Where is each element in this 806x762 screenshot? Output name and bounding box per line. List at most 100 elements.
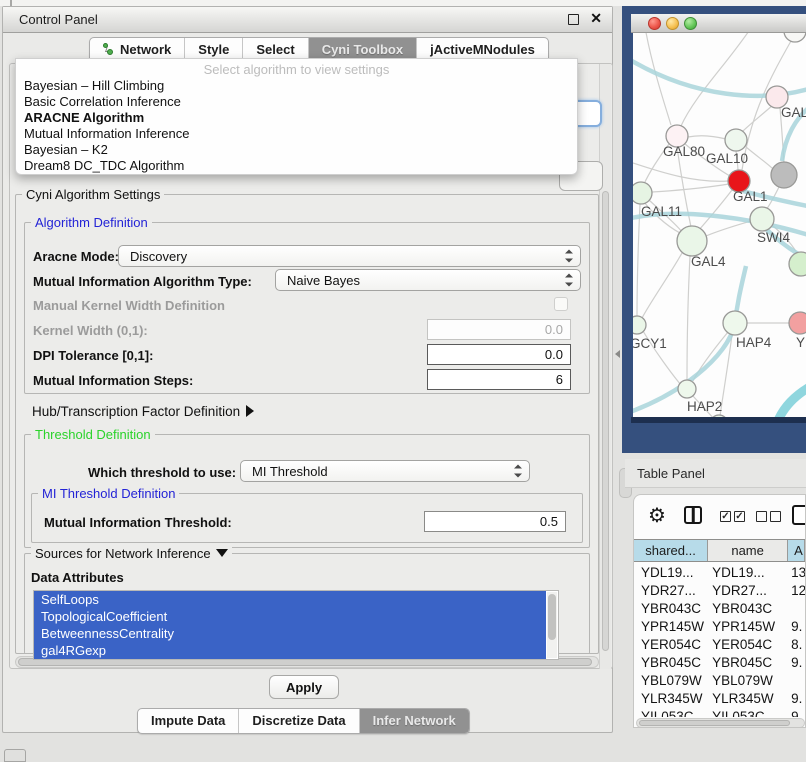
bottom-tabbar: Impute Data Discretize Data Infer Networ… xyxy=(137,708,470,734)
dropdown-item[interactable]: Bayesian – Hill Climbing xyxy=(16,78,577,94)
control-panel-title: Control Panel xyxy=(19,12,98,27)
checked-checkbox-icon[interactable]: ✓ xyxy=(720,511,731,522)
list-scrollbar[interactable] xyxy=(547,592,557,658)
table-panel-card: ⚙ ✓ ✓ shared... name A YDL19...YDL19...1… xyxy=(633,494,806,728)
table-row[interactable]: YBR045CYBR045C9. xyxy=(634,654,805,672)
column-layout-icon[interactable] xyxy=(684,506,702,524)
list-scrollbar-thumb[interactable] xyxy=(548,594,556,640)
cyni-algorithm-settings-group: Cyni Algorithm Settings Algorithm Defini… xyxy=(15,194,599,654)
network-node[interactable] xyxy=(784,33,806,42)
zoom-traffic-light-icon[interactable] xyxy=(684,17,697,30)
network-window-bottom-shadow xyxy=(631,417,806,423)
minimized-panel-icon[interactable] xyxy=(4,749,26,762)
node-label: GAL10 xyxy=(706,151,748,166)
node-label: GAL1 xyxy=(733,189,768,204)
network-node[interactable] xyxy=(725,129,747,151)
table-row[interactable]: YDL19...YDL19...13 xyxy=(634,564,805,582)
which-threshold-label: Which threshold to use: xyxy=(88,465,236,480)
table-row[interactable]: YER054CYER054C8. xyxy=(634,636,805,654)
tab-infer-network[interactable]: Infer Network xyxy=(359,709,469,733)
dropdown-item[interactable]: Mutual Information Inference xyxy=(16,126,577,142)
dpi-tolerance-field[interactable]: 0.0 xyxy=(427,344,571,365)
settings-vertical-scrollbar[interactable] xyxy=(599,64,611,669)
aracne-mode-combobox[interactable]: Discovery xyxy=(118,245,581,267)
algorithm-dropdown-popup: Select algorithm to view settings Bayesi… xyxy=(15,58,578,175)
table-row[interactable]: YLR345WYLR345W9. xyxy=(634,690,805,708)
network-edge-thick xyxy=(776,385,806,417)
network-node[interactable] xyxy=(789,252,806,276)
table-row[interactable]: YIL053CYIL053C9 xyxy=(634,708,805,717)
algorithm-definition-title: Algorithm Definition xyxy=(31,215,152,230)
table-row[interactable]: YDR27...YDR27...12 xyxy=(634,582,805,600)
close-icon[interactable]: ✕ xyxy=(590,10,602,27)
network-node[interactable] xyxy=(723,311,747,335)
tab-impute-data[interactable]: Impute Data xyxy=(138,709,238,733)
close-traffic-light-icon[interactable] xyxy=(648,17,661,30)
list-item[interactable]: gal4RGexp xyxy=(34,642,546,659)
sources-group: Sources for Network Inference Data Attri… xyxy=(24,553,590,654)
splitter-collapse-icon[interactable] xyxy=(615,350,620,358)
dpi-tolerance-label: DPI Tolerance [0,1]: xyxy=(33,348,153,363)
unchecked-checkbox-icon[interactable] xyxy=(756,511,767,522)
dropdown-item[interactable]: Bayesian – K2 xyxy=(16,142,577,158)
which-threshold-combobox[interactable]: MI Threshold xyxy=(240,460,530,482)
table-row[interactable]: YBR043CYBR043C xyxy=(634,600,805,618)
float-window-icon[interactable] xyxy=(568,14,579,25)
kernel-width-field[interactable]: 0.0 xyxy=(427,319,571,340)
network-node[interactable] xyxy=(771,162,797,188)
network-node[interactable] xyxy=(750,207,774,231)
checked-checkbox-icon[interactable]: ✓ xyxy=(734,511,745,522)
node-label: GCY1 xyxy=(633,336,667,351)
mi-algorithm-type-label: Mutual Information Algorithm Type: xyxy=(33,274,252,289)
network-node[interactable] xyxy=(633,316,646,334)
mi-algorithm-type-combobox[interactable]: Naive Bayes xyxy=(275,269,581,291)
table-row[interactable]: YBL079WYBL079W xyxy=(634,672,805,690)
column-header-name[interactable]: name xyxy=(708,540,788,561)
cyni-algorithm-settings-title: Cyni Algorithm Settings xyxy=(22,187,164,202)
dropdown-item[interactable]: Basic Correlation Inference xyxy=(16,94,577,110)
list-item[interactable]: SelfLoops xyxy=(34,591,546,608)
dropdown-item-selected[interactable]: ARACNE Algorithm xyxy=(16,110,577,126)
table-horizontal-scrollbar[interactable] xyxy=(636,718,805,728)
list-item[interactable]: BetweennessCentrality xyxy=(34,625,546,642)
file-icon[interactable] xyxy=(792,505,806,525)
dropdown-item[interactable]: Dream8 DC_TDC Algorithm xyxy=(16,158,577,174)
aracne-mode-label: Aracne Mode: xyxy=(33,249,119,264)
mi-steps-field[interactable]: 6 xyxy=(427,369,571,390)
hub-section-toggle[interactable]: Hub/Transcription Factor Definition xyxy=(32,404,254,419)
data-attributes-list[interactable]: SelfLoops TopologicalCoefficient Between… xyxy=(33,590,559,660)
mi-threshold-field[interactable]: 0.5 xyxy=(424,511,566,532)
algorithm-definition-group: Algorithm Definition Aracne Mode: Discov… xyxy=(24,222,590,394)
vertical-scrollbar-thumb[interactable] xyxy=(602,191,609,651)
list-item[interactable]: TopologicalCoefficient xyxy=(34,608,546,625)
apply-button[interactable]: Apply xyxy=(269,675,339,699)
table-panel-header: Table Panel xyxy=(625,459,806,488)
network-node[interactable] xyxy=(633,182,652,204)
network-tab-icon xyxy=(103,43,115,56)
node-label: GAL11 xyxy=(641,204,682,219)
network-node[interactable] xyxy=(789,312,806,334)
threshold-definition-title: Threshold Definition xyxy=(31,427,155,442)
network-node[interactable] xyxy=(678,380,696,398)
tab-discretize-data[interactable]: Discretize Data xyxy=(238,709,358,733)
expanded-arrow-icon xyxy=(216,549,228,557)
column-header-shared-name[interactable]: shared... xyxy=(634,540,708,561)
mi-threshold-label: Mutual Information Threshold: xyxy=(44,515,232,530)
network-node[interactable] xyxy=(677,226,707,256)
table-row[interactable]: YPR145WYPR145W9. xyxy=(634,618,805,636)
table-header-row: shared... name A xyxy=(634,539,805,562)
node-label: GAL4 xyxy=(691,254,726,269)
node-label: Y xyxy=(796,335,805,350)
dropdown-placeholder: Select algorithm to view settings xyxy=(16,59,577,78)
minimize-traffic-light-icon[interactable] xyxy=(666,17,679,30)
manual-kernel-width-checkbox[interactable] xyxy=(554,297,568,311)
unchecked-checkbox-icon[interactable] xyxy=(770,511,781,522)
column-header-clipped[interactable]: A xyxy=(788,540,805,561)
mi-threshold-definition-group: MI Threshold Definition Mutual Informati… xyxy=(31,493,583,543)
sources-title[interactable]: Sources for Network Inference xyxy=(31,546,232,561)
node-label: GAL80 xyxy=(663,144,705,159)
gear-icon[interactable]: ⚙ xyxy=(648,506,666,526)
table-scrollbar-thumb[interactable] xyxy=(639,720,790,726)
mi-threshold-definition-title: MI Threshold Definition xyxy=(38,486,179,501)
network-canvas[interactable]: GAL GAL80 GAL10 GAL1 GAL11 SWI4 GAL4 GCY… xyxy=(633,33,806,417)
